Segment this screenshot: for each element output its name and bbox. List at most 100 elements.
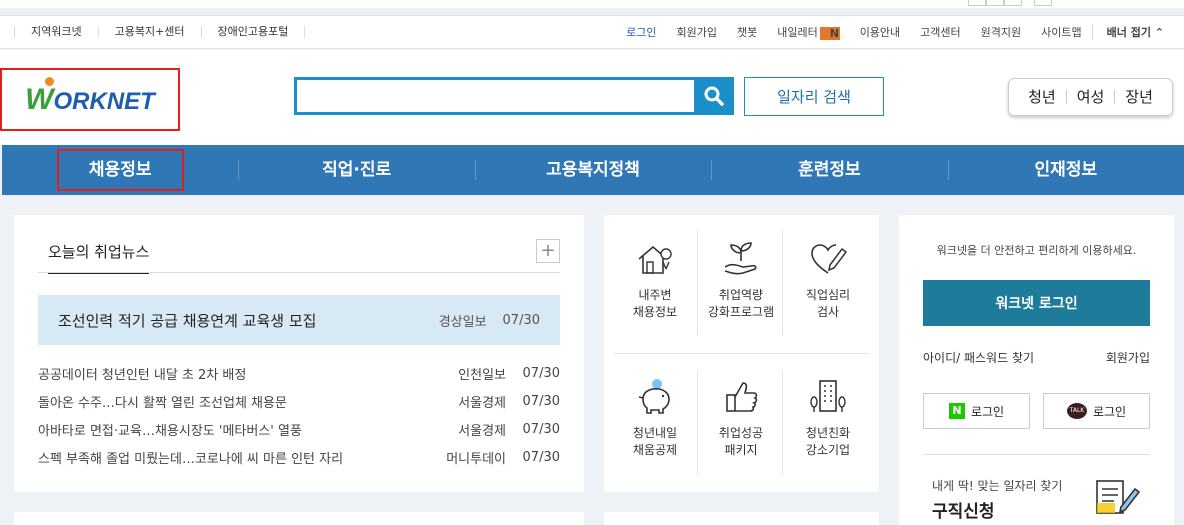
- service-label-line2: 채움공제: [632, 443, 678, 457]
- nav-career-label: 직업·진로: [322, 160, 392, 180]
- naeil-letter-label: 내일레터: [777, 26, 818, 39]
- naver-icon: N: [948, 403, 965, 419]
- service-employability-program[interactable]: 취업역량 강화프로그램: [699, 237, 783, 321]
- service-job-psychology-test[interactable]: 직업심리 검사: [786, 237, 870, 321]
- tab-youth[interactable]: 청년: [1018, 90, 1067, 105]
- nav-recruitment-label: 채용정보: [56, 149, 184, 191]
- nav-career[interactable]: 직업·진로: [238, 145, 474, 195]
- heart-pen-icon: [811, 244, 848, 274]
- news-item-source: 서울경제: [458, 423, 506, 439]
- service-label-line1: 직업심리: [805, 288, 851, 302]
- divider: [697, 230, 698, 335]
- service-label-line1: 취업성공: [718, 426, 764, 440]
- search-input[interactable]: [294, 77, 696, 115]
- chatbot-link[interactable]: 챗봇: [727, 24, 767, 40]
- news-panel: 오늘의 취업뉴스 + 조선인력 적기 공급 채용연계 교육생 모집 경상일보 0…: [14, 215, 584, 492]
- utility-bar: 지역워크넷 고용복지+센터 장애인고용포털 로그인 회원가입 챗봇 내일레터 N …: [0, 15, 1184, 49]
- top-control[interactable]: [968, 0, 986, 6]
- naver-login-label: 로그인: [970, 404, 1005, 419]
- building-icon: [810, 380, 846, 412]
- headline-title: 조선인력 적기 공급 채용연계 교육생 모집: [58, 311, 317, 330]
- job-search-button[interactable]: 일자리 검색: [744, 77, 884, 116]
- list-item[interactable]: 스펙 부족해 졸업 미뤘는데…코로나에 씨 마른 인턴 자리 머니투데이 07/…: [38, 443, 560, 471]
- list-item[interactable]: 돌아온 수주…다시 활짝 열린 조선업체 채용문 서울경제 07/30: [38, 387, 560, 415]
- top-control[interactable]: [986, 0, 1004, 6]
- headline-source: 경상일보: [438, 314, 487, 330]
- service-label-line1: 내주변: [638, 288, 672, 302]
- thumbs-up-icon: [726, 382, 758, 412]
- remote-support-link[interactable]: 원격지원: [971, 24, 1031, 40]
- house-location-icon: [638, 245, 672, 274]
- news-item-date: 07/30: [522, 393, 560, 409]
- logo-text: ORKNET: [53, 87, 155, 115]
- job-application-link[interactable]: 구직신청: [932, 497, 995, 522]
- naeil-letter-link[interactable]: 내일레터 N: [767, 24, 849, 40]
- target-tabs: 청년 여성 장년: [1008, 78, 1173, 116]
- news-item-title: 공공데이터 청년인턴 내달 초 2차 배정: [38, 367, 247, 383]
- naver-login-button[interactable]: N 로그인: [923, 393, 1030, 429]
- service-label-line2: 강화프로그램: [707, 305, 775, 319]
- service-label-line2: 채용정보: [632, 305, 678, 319]
- divider: [38, 272, 560, 273]
- nav-training[interactable]: 훈련정보: [711, 145, 947, 195]
- service-youth-friendly-company[interactable]: 청년친화 강소기업: [786, 375, 870, 459]
- link-disabled-employment-portal[interactable]: 장애인고용포털: [202, 26, 306, 38]
- service-label-line2: 검사: [816, 305, 840, 319]
- news-item-date: 07/30: [522, 365, 560, 381]
- list-item[interactable]: 공공데이터 청년인턴 내달 초 2차 배정 인천일보 07/30: [38, 359, 560, 387]
- news-title[interactable]: 오늘의 취업뉴스: [48, 241, 150, 274]
- lower-panel: [14, 512, 584, 525]
- headline-news[interactable]: 조선인력 적기 공급 채용연계 교육생 모집 경상일보 07/30: [38, 295, 560, 345]
- nav-recruitment[interactable]: 채용정보: [2, 145, 238, 195]
- find-account-link[interactable]: 아이디/ 패스워드 찾기: [923, 349, 1034, 366]
- family-site-links: 지역워크넷 고용복지+센터 장애인고용포털: [14, 16, 306, 48]
- nav-welfare-policy[interactable]: 고용복지정책: [474, 145, 711, 195]
- news-item-source: 머니투데이: [446, 451, 506, 467]
- signup-link[interactable]: 회원가입: [1106, 349, 1150, 366]
- banner-toggle-label: 배너 접기: [1106, 26, 1151, 39]
- news-item-title: 돌아온 수주…다시 활짝 열린 조선업체 채용문: [38, 395, 287, 411]
- nav-talent[interactable]: 인재정보: [947, 145, 1184, 195]
- divider: [697, 370, 698, 475]
- list-item[interactable]: 아바타로 면접·교육…채용시장도 '메타버스' 열풍 서울경제 07/30: [38, 415, 560, 443]
- header: WORKNET 일자리 검색 청년 여성 장년: [0, 50, 1184, 145]
- tab-middle-aged[interactable]: 장년: [1115, 90, 1163, 105]
- service-label-line1: 청년내일: [632, 426, 678, 440]
- job-application-subtitle: 내게 딱! 맞는 일자리 찾기: [932, 479, 1063, 493]
- service-label-line2: 패키지: [724, 443, 758, 457]
- news-item-title: 아바타로 면접·교육…채용시장도 '메타버스' 열풍: [38, 423, 302, 439]
- link-regional-worknet[interactable]: 지역워크넷: [14, 26, 99, 38]
- search-button[interactable]: [694, 77, 734, 115]
- logo-link[interactable]: WORKNET: [0, 68, 180, 131]
- service-employment-package[interactable]: 취업성공 패키지: [699, 375, 783, 459]
- tab-women[interactable]: 여성: [1067, 90, 1116, 105]
- kakao-login-label: 로그인: [1092, 404, 1127, 419]
- news-item-source: 인천일보: [458, 367, 506, 383]
- sprout-hand-icon: [724, 242, 757, 275]
- kakao-login-button[interactable]: TALK 로그인: [1043, 393, 1150, 429]
- chevron-up-icon: ⌃: [1154, 26, 1164, 39]
- service-label-line1: 취업역량: [718, 288, 764, 302]
- news-item-source: 서울경제: [458, 395, 506, 411]
- search-icon: [704, 86, 724, 106]
- clipboard-pen-icon: [1096, 480, 1141, 514]
- login-link[interactable]: 로그인: [616, 24, 666, 40]
- service-youth-savings[interactable]: 청년내일 채움공제: [613, 375, 697, 459]
- link-employment-welfare-center[interactable]: 고용복지+센터: [99, 26, 202, 38]
- utility-links: 로그인 회원가입 챗봇 내일레터 N 이용안내 고객센터 원격지원 사이트맵 배너…: [616, 16, 1174, 48]
- sitemap-link[interactable]: 사이트맵: [1031, 24, 1091, 40]
- customer-center-link[interactable]: 고객센터: [910, 24, 970, 40]
- top-control[interactable]: [1034, 0, 1052, 6]
- usage-guide-link[interactable]: 이용안내: [850, 24, 910, 40]
- worknet-login-button[interactable]: 워크넷 로그인: [923, 280, 1150, 326]
- service-label-line2: 강소기업: [805, 443, 851, 457]
- more-plus-button[interactable]: +: [536, 239, 560, 263]
- service-nearby-jobs[interactable]: 내주변 채용정보: [613, 237, 697, 321]
- top-strip: [0, 0, 1184, 8]
- service-label-line1: 청년친화: [805, 426, 851, 440]
- piggy-bank-icon: [638, 379, 670, 414]
- banner-toggle-button[interactable]: 배너 접기 ⌃: [1091, 24, 1174, 40]
- top-control[interactable]: [1004, 0, 1022, 6]
- headline-date: 07/30: [502, 312, 540, 328]
- signup-link[interactable]: 회원가입: [666, 24, 726, 40]
